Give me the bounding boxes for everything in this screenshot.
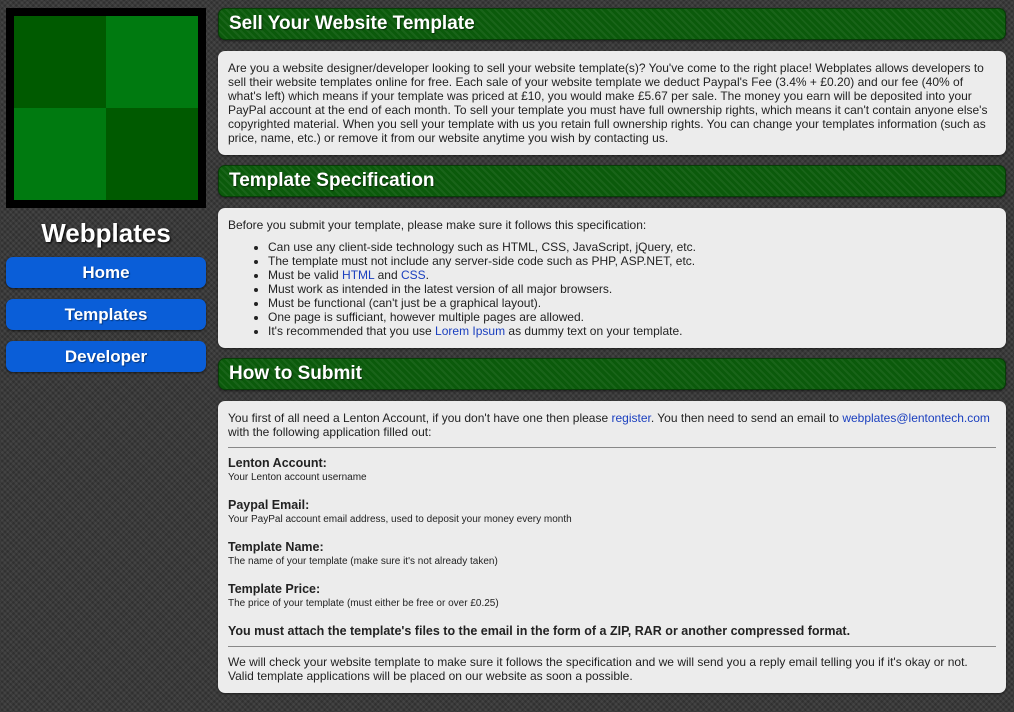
- nav-home-button[interactable]: Home: [6, 257, 206, 288]
- logo-square-bottom-right: [106, 108, 198, 200]
- spec-item: Must work as intended in the latest vers…: [268, 282, 996, 296]
- submit-intro-text: . You then need to send an email to: [650, 411, 843, 425]
- spec-list: Can use any client-side technology such …: [228, 240, 996, 338]
- field-description: The name of your template (make sure it'…: [228, 556, 498, 567]
- attach-note: You must attach the template's files to …: [228, 624, 851, 638]
- spec-item-text: It's recommended that you use: [268, 324, 436, 338]
- spec-item: One page is sufficiant, however multiple…: [268, 310, 996, 324]
- site-name: Webplates: [41, 218, 171, 248]
- divider: [228, 646, 996, 647]
- divider: [228, 447, 996, 448]
- spec-item-text: as dummy text on your template.: [505, 324, 683, 338]
- sell-template-body: Are you a website designer/developer loo…: [218, 51, 1006, 155]
- nav-developer-button[interactable]: Developer: [6, 341, 206, 372]
- site-logo: [6, 8, 206, 208]
- main-content: Sell Your Website Template Are you a web…: [218, 8, 1006, 693]
- closing-text: We will check your website template to m…: [228, 655, 968, 683]
- field-label: Paypal Email:: [228, 498, 310, 512]
- spec-item: It's recommended that you use Lorem Ipsu…: [268, 324, 996, 338]
- template-spec-heading: Template Specification: [218, 165, 1006, 197]
- spec-item-text: and: [374, 268, 401, 282]
- field-label: Template Price:: [228, 582, 321, 596]
- field-label: Template Name:: [228, 540, 324, 554]
- spec-item: Can use any client-side technology such …: [268, 240, 996, 254]
- spec-intro: Before you submit your template, please …: [228, 218, 647, 232]
- spec-item-text: Must be valid: [268, 268, 343, 282]
- field-label: Lenton Account:: [228, 456, 327, 470]
- how-to-submit-heading: How to Submit: [218, 358, 1006, 390]
- spec-item-text: .: [425, 268, 430, 282]
- css-link[interactable]: CSS: [401, 268, 426, 282]
- submit-intro-text: You first of all need a Lenton Account, …: [228, 411, 612, 425]
- sell-template-heading: Sell Your Website Template: [218, 8, 1006, 40]
- lorem-ipsum-link[interactable]: Lorem Ipsum: [435, 324, 505, 338]
- template-spec-body: Before you submit your template, please …: [218, 208, 1006, 348]
- field-description: Your Lenton account username: [228, 472, 367, 483]
- submit-intro: You first of all need a Lenton Account, …: [228, 411, 996, 439]
- spec-item: The template must not include any server…: [268, 254, 996, 268]
- html-link[interactable]: HTML: [342, 268, 374, 282]
- logo-square-bottom-left: [14, 108, 106, 200]
- sidebar: Webplates Home Templates Developer: [6, 8, 206, 383]
- submit-intro-text: with the following application filled ou…: [228, 425, 432, 439]
- sell-template-text: Are you a website designer/developer loo…: [228, 61, 988, 145]
- logo-square-top-left: [14, 16, 106, 108]
- field-description: Your PayPal account email address, used …: [228, 514, 572, 525]
- field-description: The price of your template (must either …: [228, 598, 499, 609]
- how-to-submit-body: You first of all need a Lenton Account, …: [218, 401, 1006, 693]
- register-link[interactable]: register: [611, 411, 650, 425]
- spec-item: Must be functional (can't just be a grap…: [268, 296, 996, 310]
- nav-templates-button[interactable]: Templates: [6, 299, 206, 330]
- spec-item: Must be valid HTML and CSS.: [268, 268, 996, 282]
- logo-square-top-right: [106, 16, 198, 108]
- email-link[interactable]: webplates@lentontech.com: [842, 411, 990, 425]
